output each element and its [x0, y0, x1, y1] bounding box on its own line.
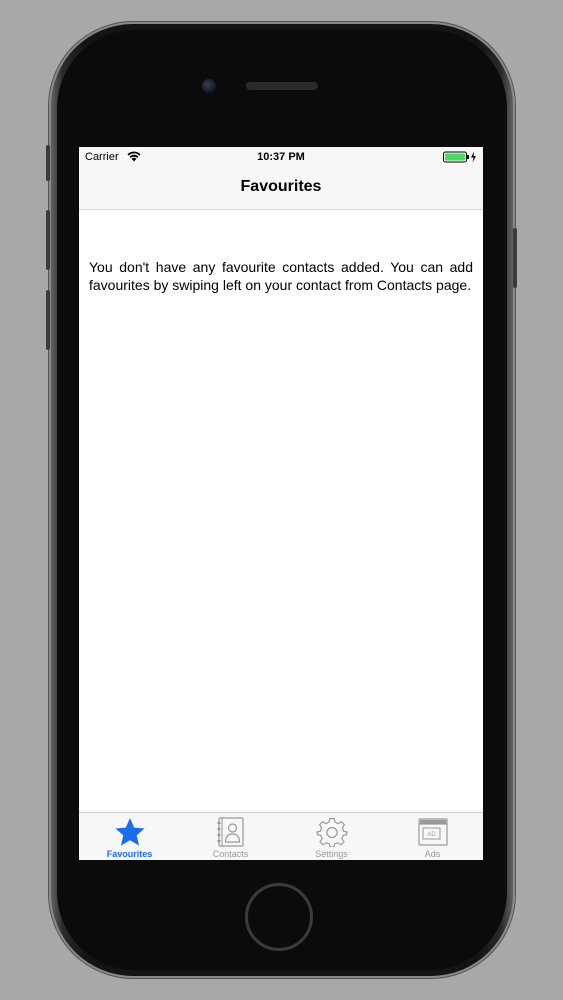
contacts-book-icon	[217, 817, 244, 847]
phone-screen: Carrier 10:37 PM Favourites You don't ha…	[79, 147, 483, 860]
tab-favourites[interactable]: Favourites	[79, 813, 180, 860]
tab-ads[interactable]: AD Ads	[382, 813, 483, 860]
power-button	[513, 228, 517, 288]
battery-charging-icon	[443, 151, 476, 163]
tab-settings[interactable]: Settings	[281, 813, 382, 860]
mute-switch	[46, 145, 50, 181]
svg-text:AD: AD	[427, 832, 436, 838]
tab-contacts[interactable]: Contacts	[180, 813, 281, 860]
tab-bar: Favourites Contacts Settings AD Ads	[79, 812, 483, 860]
ad-window-icon: AD	[417, 818, 448, 846]
home-button[interactable]	[245, 883, 313, 951]
front-camera	[202, 79, 216, 93]
empty-state-message: You don't have any favourite contacts ad…	[89, 259, 473, 293]
tab-label: Settings	[315, 849, 348, 859]
star-icon	[114, 818, 145, 846]
status-time: 10:37 PM	[257, 151, 305, 163]
tab-label: Ads	[424, 849, 441, 859]
gear-icon	[315, 817, 348, 847]
earpiece-speaker	[246, 82, 318, 90]
navigation-bar: Favourites	[79, 167, 483, 210]
volume-down-button	[46, 290, 50, 350]
tab-label: Contacts	[212, 849, 249, 859]
tab-label: Favourites	[106, 849, 153, 859]
volume-up-button	[46, 210, 50, 270]
page-title: Favourites	[240, 178, 322, 195]
status-bar: Carrier 10:37 PM	[79, 147, 483, 167]
